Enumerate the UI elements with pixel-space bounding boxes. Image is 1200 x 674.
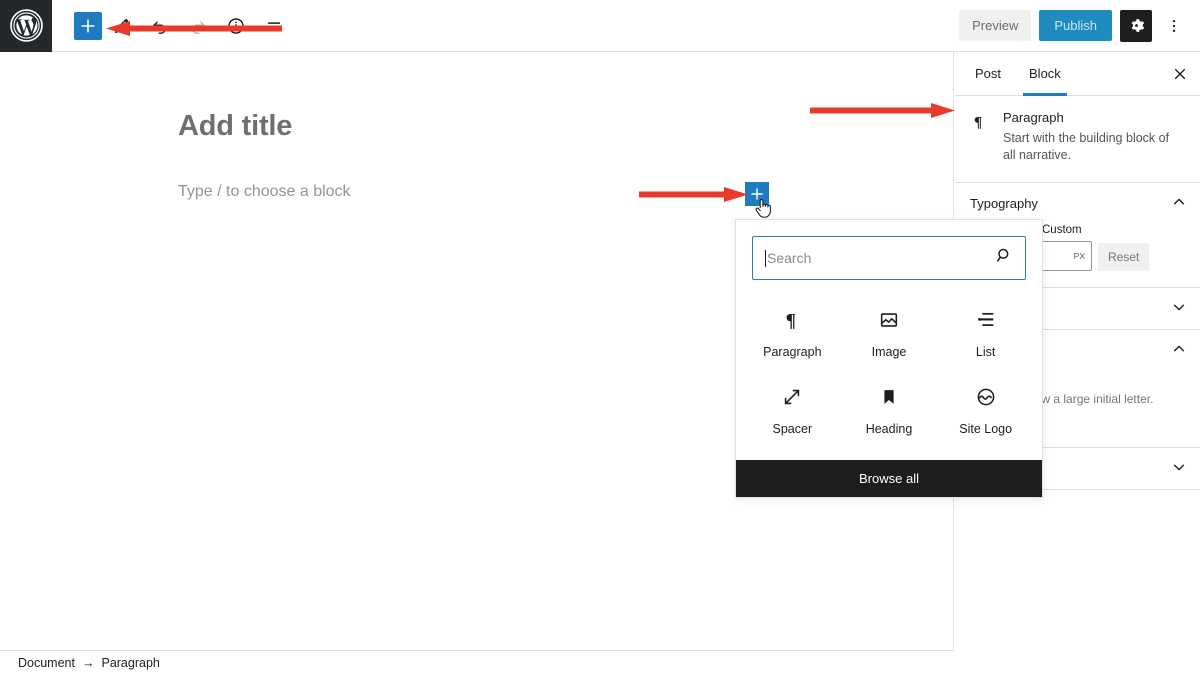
plus-icon [81, 19, 95, 32]
custom-font-size-group: Custom PX [1040, 224, 1092, 271]
inserter-block-image-label: Image [871, 345, 907, 359]
details-info-button[interactable] [218, 8, 254, 44]
toolbar-left-group [74, 8, 292, 44]
chevron-down-icon [1172, 300, 1186, 317]
paragraph-pilcrow-icon: ¶ [971, 110, 991, 164]
settings-button[interactable] [1120, 9, 1152, 42]
tab-post[interactable]: Post [961, 52, 1015, 95]
panel-typography-title: Typography [970, 195, 1038, 211]
inserter-block-site-logo[interactable]: Site Logo [937, 385, 1034, 436]
font-size-reset-button[interactable]: Reset [1098, 242, 1150, 271]
search-icon [996, 247, 1013, 269]
list-icon [975, 308, 997, 332]
chevron-up-icon [1172, 195, 1186, 212]
breadcrumb-current-block[interactable]: Paragraph [101, 656, 159, 670]
svg-text:¶: ¶ [974, 114, 982, 130]
inserter-block-list-label: List [975, 345, 996, 359]
browse-all-button[interactable]: Browse all [736, 460, 1042, 497]
edit-pencil-icon [114, 18, 129, 33]
block-search-input[interactable]: Search [752, 236, 1026, 280]
selected-block-card: ¶ Paragraph Start with the building bloc… [955, 96, 1200, 183]
info-icon [228, 17, 244, 34]
image-icon [878, 308, 900, 332]
inserter-block-spacer-label: Spacer [772, 422, 813, 436]
wordpress-block-editor: Preview Publish Add title Type / to choo… [0, 0, 1200, 674]
list-view-icon [267, 21, 281, 30]
hand-pointer-icon [754, 196, 774, 225]
inserter-block-heading-label: Heading [865, 422, 913, 436]
inserter-block-image[interactable]: Image [841, 308, 938, 359]
gear-icon [1131, 19, 1144, 32]
block-search-placeholder: Search [767, 250, 812, 266]
more-options-button[interactable] [1160, 10, 1188, 42]
inserter-block-grid: ¶ Paragraph Image List Spacer Heading Si… [736, 290, 1042, 460]
inserter-block-site-logo-label: Site Logo [959, 422, 1013, 436]
chevron-up-icon [1172, 342, 1186, 359]
heading-bookmark-icon [878, 385, 900, 409]
inserter-block-list[interactable]: List [937, 308, 1034, 359]
block-card-description: Start with the building block of all nar… [1003, 131, 1170, 162]
breadcrumb-document[interactable]: Document [18, 656, 75, 670]
panel-typography-header[interactable]: Typography [955, 183, 1200, 224]
redo-button[interactable] [180, 8, 216, 44]
redo-icon [192, 21, 205, 34]
inserter-block-spacer[interactable]: Spacer [744, 385, 841, 436]
empty-block-placeholder[interactable]: Type / to choose a block [178, 183, 351, 201]
list-view-button[interactable] [256, 8, 292, 44]
toggle-block-inserter-button[interactable] [74, 11, 102, 40]
undo-icon [153, 21, 166, 34]
spacer-arrows-icon [781, 385, 803, 409]
inserter-block-paragraph-label: Paragraph [763, 345, 822, 359]
tab-block[interactable]: Block [1015, 52, 1075, 96]
editor-top-toolbar: Preview Publish [0, 0, 1200, 52]
close-sidebar-button[interactable] [1160, 52, 1200, 95]
undo-button[interactable] [142, 8, 178, 44]
close-icon [1174, 68, 1186, 79]
sidebar-tablist: Post Block [955, 52, 1200, 96]
block-card-title: Paragraph [1003, 110, 1064, 125]
inserter-block-heading[interactable]: Heading [841, 385, 938, 436]
custom-font-size-label: Custom [1042, 223, 1082, 236]
inserter-search-wrapper: Search [736, 220, 1042, 290]
post-title-input[interactable]: Add title [178, 110, 292, 143]
three-dots-icon [1172, 19, 1176, 32]
svg-text:¶: ¶ [786, 310, 796, 331]
tools-pencil-button[interactable] [104, 8, 140, 44]
wordpress-logo-icon[interactable] [0, 0, 52, 52]
custom-font-size-input[interactable]: PX [1040, 240, 1092, 271]
preview-button[interactable]: Preview [959, 10, 1032, 41]
site-logo-icon [975, 385, 997, 409]
text-caret [765, 249, 766, 267]
block-inserter-popover: Search ¶ Paragraph Image List Spacer Hea… [735, 219, 1043, 498]
inserter-block-paragraph[interactable]: ¶ Paragraph [744, 308, 841, 359]
paragraph-pilcrow-icon: ¶ [781, 308, 803, 332]
chevron-down-icon [1172, 460, 1186, 477]
breadcrumb-separator-icon: → [81, 656, 95, 670]
breadcrumb: Document → Paragraph [0, 652, 954, 674]
toolbar-right-group: Preview Publish [959, 9, 1188, 42]
publish-button[interactable]: Publish [1039, 10, 1112, 41]
